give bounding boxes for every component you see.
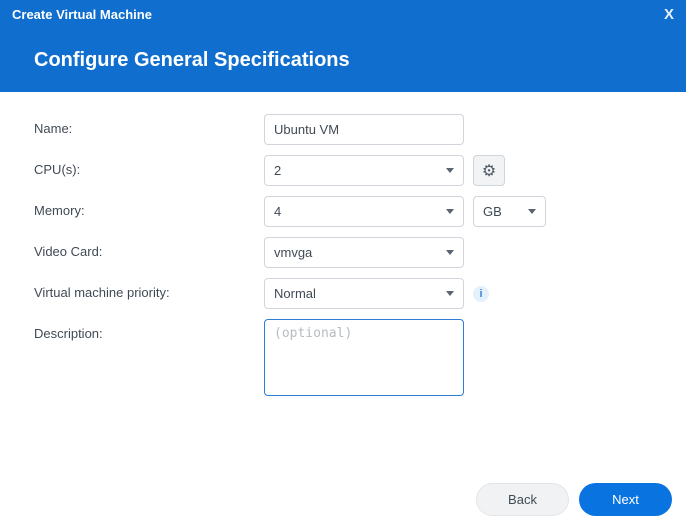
close-icon[interactable]: X xyxy=(664,6,674,23)
next-button[interactable]: Next xyxy=(579,483,672,516)
label-description: Description: xyxy=(34,319,264,341)
row-videocard: Video Card: vmvga xyxy=(34,237,652,268)
step-header: Configure General Specifications xyxy=(0,28,686,92)
cpu-advanced-button[interactable]: ⚙ xyxy=(473,155,505,186)
label-name: Name: xyxy=(34,114,264,136)
chevron-down-icon xyxy=(446,168,454,173)
chevron-down-icon xyxy=(446,209,454,214)
gear-icon: ⚙ xyxy=(482,161,496,181)
form-area: Name: CPU(s): 2 ⚙ Memory: 4 xyxy=(0,92,686,470)
dialog-titlebar: Create Virtual Machine X xyxy=(0,0,686,28)
back-button[interactable]: Back xyxy=(476,483,569,516)
row-priority: Virtual machine priority: Normal i xyxy=(34,278,652,309)
cpus-value: 2 xyxy=(274,163,281,178)
row-description: Description: xyxy=(34,319,652,396)
priority-value: Normal xyxy=(274,286,316,301)
row-cpus: CPU(s): 2 ⚙ xyxy=(34,155,652,186)
label-videocard: Video Card: xyxy=(34,237,264,259)
videocard-value: vmvga xyxy=(274,245,312,260)
create-vm-wizard: Create Virtual Machine X Configure Gener… xyxy=(0,0,686,528)
memory-select[interactable]: 4 xyxy=(264,196,464,227)
memory-value: 4 xyxy=(274,204,281,219)
chevron-down-icon xyxy=(528,209,536,214)
row-memory: Memory: 4 GB xyxy=(34,196,652,227)
label-cpus: CPU(s): xyxy=(34,155,264,177)
memory-unit-select[interactable]: GB xyxy=(473,196,546,227)
dialog-footer: Back Next xyxy=(0,470,686,528)
cpus-select[interactable]: 2 xyxy=(264,155,464,186)
description-field[interactable] xyxy=(264,319,464,396)
memory-unit: GB xyxy=(483,204,502,219)
chevron-down-icon xyxy=(446,250,454,255)
videocard-select[interactable]: vmvga xyxy=(264,237,464,268)
name-field[interactable] xyxy=(264,114,464,145)
chevron-down-icon xyxy=(446,291,454,296)
dialog-title: Create Virtual Machine xyxy=(12,7,152,22)
priority-select[interactable]: Normal xyxy=(264,278,464,309)
step-heading: Configure General Specifications xyxy=(34,49,350,72)
label-priority: Virtual machine priority: xyxy=(34,278,264,300)
row-name: Name: xyxy=(34,114,652,145)
label-memory: Memory: xyxy=(34,196,264,218)
info-icon[interactable]: i xyxy=(473,286,489,302)
